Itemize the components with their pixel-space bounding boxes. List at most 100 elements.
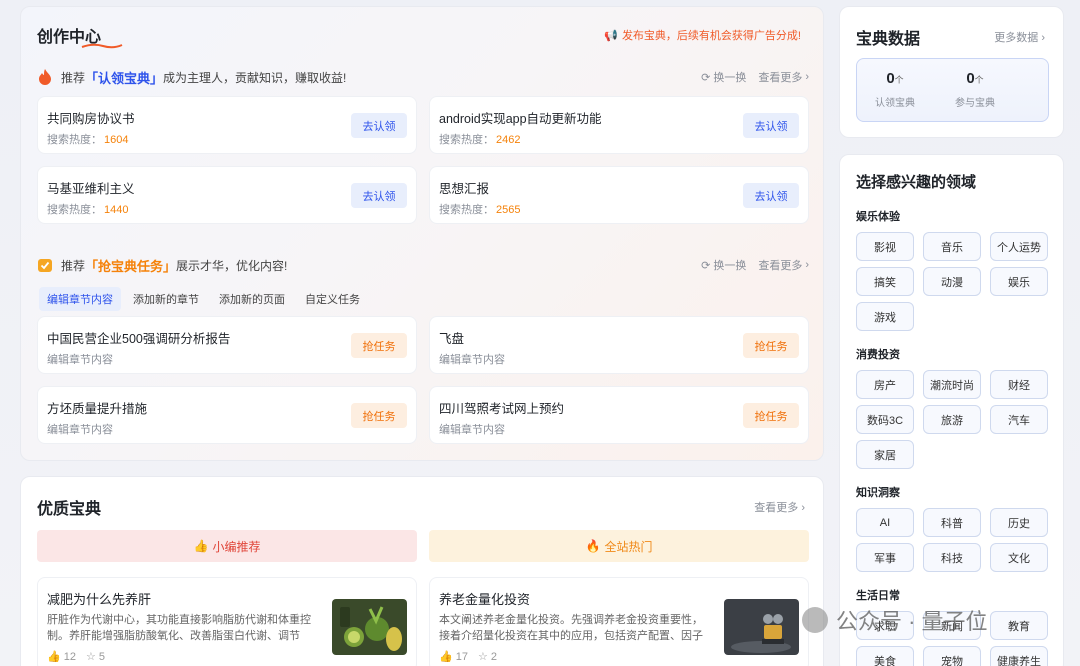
interest-chip[interactable]: 健康养生 bbox=[990, 646, 1048, 666]
interest-chip[interactable]: 潮流时尚 bbox=[923, 370, 981, 399]
article-card[interactable]: 减肥为什么先养肝 肝脏作为代谢中心，其功能直接影响脂肪代谢和体重控制。养肝能增强… bbox=[37, 577, 417, 666]
interest-chip[interactable]: 家居 bbox=[856, 440, 914, 469]
editor-pick-tab[interactable]: 👍 小编推荐 bbox=[37, 530, 417, 562]
stat-participated[interactable]: 0个 参与宝典 bbox=[935, 70, 1015, 109]
heat-value: 1604 bbox=[104, 134, 129, 146]
stat-claimed[interactable]: 0个 认领宝典 bbox=[855, 70, 935, 109]
interest-chip[interactable]: 汽车 bbox=[990, 405, 1048, 434]
refresh-icon: ⟳ bbox=[701, 71, 711, 84]
claim-button[interactable]: 去认领 bbox=[743, 183, 799, 208]
interest-chip[interactable]: 宠物 bbox=[923, 646, 981, 666]
stats-box: 0个 认领宝典 0个 参与宝典 bbox=[856, 58, 1049, 122]
like-button[interactable]: 👍 17 bbox=[439, 650, 468, 664]
task-refresh-label: 换一换 bbox=[713, 260, 747, 272]
task-refresh-button[interactable]: ⟳ 换一换 bbox=[701, 257, 746, 273]
grab-task-button[interactable]: 抢任务 bbox=[743, 333, 799, 358]
claim-button[interactable]: 去认领 bbox=[351, 113, 407, 138]
task-item[interactable]: 中国民营企业500强调研分析报告 编辑章节内容 抢任务 bbox=[37, 316, 417, 374]
thumbs-up-icon: 👍 bbox=[193, 539, 209, 553]
claim-more-link[interactable]: 查看更多 › bbox=[758, 69, 809, 85]
interest-chip[interactable]: 军事 bbox=[856, 543, 914, 572]
claim-button[interactable]: 去认领 bbox=[743, 113, 799, 138]
article-meta: 👍 12 ☆ 5 bbox=[47, 650, 105, 664]
task-item-title: 中国民营企业500强调研分析报告 bbox=[47, 332, 231, 346]
task-item[interactable]: 四川驾照考试网上预约 编辑章节内容 抢任务 bbox=[429, 386, 809, 444]
article-title: 养老金量化投资 bbox=[439, 592, 531, 607]
task-suffix: 展示才华，优化内容! bbox=[176, 258, 288, 273]
site-hot-label: 全站热门 bbox=[604, 539, 653, 554]
stat-unit: 个 bbox=[894, 75, 904, 85]
claim-item-title: 马基亚维利主义 bbox=[47, 182, 135, 196]
robot-image bbox=[724, 599, 799, 655]
interest-chip[interactable]: 旅游 bbox=[923, 405, 981, 434]
tab-edit-section[interactable]: 编辑章节内容 bbox=[39, 287, 121, 311]
task-item-sub: 编辑章节内容 bbox=[47, 424, 113, 436]
claim-item[interactable]: 马基亚维利主义 搜索热度： 1440 去认领 bbox=[37, 166, 417, 224]
interest-chip[interactable]: 数码3C bbox=[856, 405, 914, 434]
interest-chip[interactable]: 科技 bbox=[923, 543, 981, 572]
article-thumbnail bbox=[724, 599, 799, 655]
task-more-link[interactable]: 查看更多 › bbox=[758, 257, 809, 273]
interest-group-label: 消费投资 bbox=[856, 349, 900, 361]
site-hot-tab[interactable]: 🔥 全站热门 bbox=[429, 530, 809, 562]
interest-chip[interactable]: 娱乐 bbox=[990, 267, 1048, 296]
quality-more-link[interactable]: 查看更多 › bbox=[754, 499, 805, 515]
stat-number: 0 bbox=[966, 70, 975, 87]
grab-task-button[interactable]: 抢任务 bbox=[743, 403, 799, 428]
article-card[interactable]: 养老金量化投资 本文阐述养老金量化投资。先强调养老金投资重要性，接着介绍量化投资… bbox=[429, 577, 809, 666]
tab-add-section[interactable]: 添加新的章节 bbox=[125, 287, 207, 311]
quality-title: 优质宝典 bbox=[37, 501, 102, 518]
interest-chip[interactable]: 文化 bbox=[990, 543, 1048, 572]
claim-item[interactable]: android实现app自动更新功能 搜索热度： 2462 去认领 bbox=[429, 96, 809, 154]
interest-chip[interactable]: 科普 bbox=[923, 508, 981, 537]
chevron-right-icon: › bbox=[805, 259, 809, 271]
star-button[interactable]: ☆ 2 bbox=[477, 650, 497, 664]
star-button[interactable]: ☆ 5 bbox=[85, 650, 105, 664]
interest-chip[interactable]: 搞笑 bbox=[856, 267, 914, 296]
tab-add-page[interactable]: 添加新的页面 bbox=[211, 287, 293, 311]
task-item-sub: 编辑章节内容 bbox=[47, 354, 113, 366]
interest-chip[interactable]: 房产 bbox=[856, 370, 914, 399]
interest-chip[interactable]: 历史 bbox=[990, 508, 1048, 537]
tab-custom-task[interactable]: 自定义任务 bbox=[297, 287, 368, 311]
interest-chip[interactable]: 影视 bbox=[856, 232, 914, 261]
heat-label: 搜索热度： bbox=[439, 134, 494, 146]
interest-chip[interactable]: 音乐 bbox=[923, 232, 981, 261]
claim-button[interactable]: 去认领 bbox=[351, 183, 407, 208]
interest-chip[interactable]: 美食 bbox=[856, 646, 914, 666]
task-item[interactable]: 飞盘 编辑章节内容 抢任务 bbox=[429, 316, 809, 374]
interest-chip[interactable]: 财经 bbox=[990, 370, 1048, 399]
star-count: 2 bbox=[490, 650, 497, 663]
interest-title: 选择感兴趣的领域 bbox=[856, 174, 977, 191]
interest-group-entertainment: 影视 音乐 个人运势 搞笑 动漫 娱乐 游戏 bbox=[856, 232, 1052, 331]
promo-link[interactable]: 📢 发布宝典，后续有机会获得广告分成! bbox=[604, 27, 801, 43]
claim-more-label: 查看更多 bbox=[758, 72, 803, 84]
grab-task-button[interactable]: 抢任务 bbox=[351, 333, 407, 358]
fire-icon bbox=[37, 69, 53, 85]
heat-label: 搜索热度： bbox=[47, 134, 102, 146]
interest-group-label: 娱乐体验 bbox=[856, 211, 900, 223]
like-button[interactable]: 👍 12 bbox=[47, 650, 76, 664]
interest-chip[interactable]: 动漫 bbox=[923, 267, 981, 296]
interest-chip[interactable]: 游戏 bbox=[856, 302, 914, 331]
star-icon: ☆ bbox=[85, 651, 96, 663]
interest-chip[interactable]: 个人运势 bbox=[990, 232, 1048, 261]
task-item-sub: 编辑章节内容 bbox=[439, 424, 505, 436]
stats-more-link[interactable]: 更多数据 › bbox=[994, 29, 1045, 45]
claim-prefix: 推荐 bbox=[61, 70, 86, 85]
interest-group-knowledge: AI 科普 历史 军事 科技 文化 bbox=[856, 508, 1052, 572]
claim-refresh-button[interactable]: ⟳ 换一换 bbox=[701, 69, 746, 85]
claim-item[interactable]: 共同购房协议书 搜索热度： 1604 去认领 bbox=[37, 96, 417, 154]
chevron-right-icon: › bbox=[805, 71, 809, 83]
grab-task-button[interactable]: 抢任务 bbox=[351, 403, 407, 428]
claim-item-title: 思想汇报 bbox=[439, 182, 490, 196]
star-icon: ☆ bbox=[477, 651, 488, 663]
claim-section-header: 推荐 「认领宝典」 成为主理人，贡献知识，赚取收益! ⟳ 换一换 查看更多 › bbox=[37, 67, 809, 87]
claim-item[interactable]: 思想汇报 搜索热度： 2565 去认领 bbox=[429, 166, 809, 224]
interest-chip[interactable]: AI bbox=[856, 508, 914, 537]
article-meta: 👍 17 ☆ 2 bbox=[439, 650, 497, 664]
refresh-icon: ⟳ bbox=[701, 259, 711, 272]
task-prefix: 推荐 bbox=[61, 258, 86, 273]
task-item[interactable]: 方坯质量提升措施 编辑章节内容 抢任务 bbox=[37, 386, 417, 444]
interest-chip[interactable]: 教育 bbox=[990, 611, 1048, 640]
